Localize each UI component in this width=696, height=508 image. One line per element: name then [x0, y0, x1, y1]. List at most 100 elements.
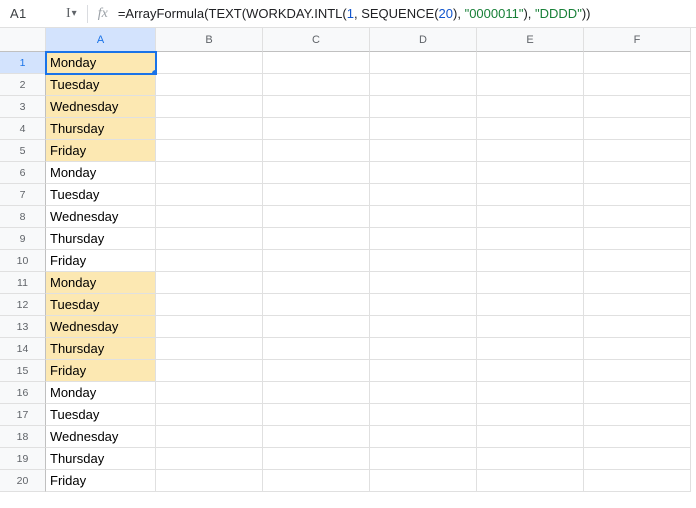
- cell-f19[interactable]: [584, 448, 691, 470]
- cell-a4[interactable]: Thursday: [46, 118, 156, 140]
- cell-f10[interactable]: [584, 250, 691, 272]
- cell-c20[interactable]: [263, 470, 370, 492]
- cell-b3[interactable]: [156, 96, 263, 118]
- cell-c13[interactable]: [263, 316, 370, 338]
- cell-b2[interactable]: [156, 74, 263, 96]
- cell-c1[interactable]: [263, 52, 370, 74]
- cell-c7[interactable]: [263, 184, 370, 206]
- cell-b7[interactable]: [156, 184, 263, 206]
- row-header[interactable]: 20: [0, 470, 46, 492]
- name-box[interactable]: A1: [6, 4, 60, 23]
- cell-c5[interactable]: [263, 140, 370, 162]
- cell-f8[interactable]: [584, 206, 691, 228]
- cell-a3[interactable]: Wednesday: [46, 96, 156, 118]
- cell-d18[interactable]: [370, 426, 477, 448]
- row-header[interactable]: 5: [0, 140, 46, 162]
- cell-e2[interactable]: [477, 74, 584, 96]
- cell-a17[interactable]: Tuesday: [46, 404, 156, 426]
- formula-input[interactable]: =ArrayFormula(TEXT(WORKDAY.INTL(1, SEQUE…: [118, 6, 690, 21]
- cell-b16[interactable]: [156, 382, 263, 404]
- cell-c6[interactable]: [263, 162, 370, 184]
- column-header-a[interactable]: A: [46, 28, 156, 52]
- row-header[interactable]: 6: [0, 162, 46, 184]
- cell-e12[interactable]: [477, 294, 584, 316]
- cell-e8[interactable]: [477, 206, 584, 228]
- cell-d12[interactable]: [370, 294, 477, 316]
- cell-d17[interactable]: [370, 404, 477, 426]
- cell-b17[interactable]: [156, 404, 263, 426]
- cell-c14[interactable]: [263, 338, 370, 360]
- cell-a11[interactable]: Monday: [46, 272, 156, 294]
- cell-b18[interactable]: [156, 426, 263, 448]
- cell-d2[interactable]: [370, 74, 477, 96]
- cell-c11[interactable]: [263, 272, 370, 294]
- cell-b5[interactable]: [156, 140, 263, 162]
- cell-f13[interactable]: [584, 316, 691, 338]
- cell-a10[interactable]: Friday: [46, 250, 156, 272]
- cell-a9[interactable]: Thursday: [46, 228, 156, 250]
- cell-e4[interactable]: [477, 118, 584, 140]
- cell-f1[interactable]: [584, 52, 691, 74]
- cell-b12[interactable]: [156, 294, 263, 316]
- cell-b11[interactable]: [156, 272, 263, 294]
- cell-f17[interactable]: [584, 404, 691, 426]
- row-header[interactable]: 2: [0, 74, 46, 96]
- cell-e10[interactable]: [477, 250, 584, 272]
- cell-e5[interactable]: [477, 140, 584, 162]
- cell-c12[interactable]: [263, 294, 370, 316]
- cell-f12[interactable]: [584, 294, 691, 316]
- cell-a16[interactable]: Monday: [46, 382, 156, 404]
- cell-e11[interactable]: [477, 272, 584, 294]
- cell-d11[interactable]: [370, 272, 477, 294]
- cell-f20[interactable]: [584, 470, 691, 492]
- cell-e19[interactable]: [477, 448, 584, 470]
- cell-e17[interactable]: [477, 404, 584, 426]
- row-header[interactable]: 18: [0, 426, 46, 448]
- cell-e1[interactable]: [477, 52, 584, 74]
- cell-d10[interactable]: [370, 250, 477, 272]
- row-header[interactable]: 3: [0, 96, 46, 118]
- cell-a18[interactable]: Wednesday: [46, 426, 156, 448]
- column-header-b[interactable]: B: [156, 28, 263, 52]
- cell-b9[interactable]: [156, 228, 263, 250]
- fill-handle[interactable]: [152, 70, 156, 74]
- cell-b10[interactable]: [156, 250, 263, 272]
- cell-f14[interactable]: [584, 338, 691, 360]
- cell-c15[interactable]: [263, 360, 370, 382]
- cell-e7[interactable]: [477, 184, 584, 206]
- cell-f3[interactable]: [584, 96, 691, 118]
- cell-a12[interactable]: Tuesday: [46, 294, 156, 316]
- cell-a2[interactable]: Tuesday: [46, 74, 156, 96]
- cell-d7[interactable]: [370, 184, 477, 206]
- cell-c4[interactable]: [263, 118, 370, 140]
- row-header[interactable]: 11: [0, 272, 46, 294]
- cell-f11[interactable]: [584, 272, 691, 294]
- cell-e15[interactable]: [477, 360, 584, 382]
- row-header[interactable]: 9: [0, 228, 46, 250]
- row-header[interactable]: 7: [0, 184, 46, 206]
- cell-b20[interactable]: [156, 470, 263, 492]
- cell-f9[interactable]: [584, 228, 691, 250]
- column-header-f[interactable]: F: [584, 28, 691, 52]
- cell-c2[interactable]: [263, 74, 370, 96]
- cell-b19[interactable]: [156, 448, 263, 470]
- cell-d4[interactable]: [370, 118, 477, 140]
- cell-f4[interactable]: [584, 118, 691, 140]
- cell-d5[interactable]: [370, 140, 477, 162]
- cell-f5[interactable]: [584, 140, 691, 162]
- cell-b6[interactable]: [156, 162, 263, 184]
- cell-d16[interactable]: [370, 382, 477, 404]
- cell-b8[interactable]: [156, 206, 263, 228]
- cell-a15[interactable]: Friday: [46, 360, 156, 382]
- row-header[interactable]: 12: [0, 294, 46, 316]
- cell-e14[interactable]: [477, 338, 584, 360]
- cell-f7[interactable]: [584, 184, 691, 206]
- column-header-e[interactable]: E: [477, 28, 584, 52]
- select-all-corner[interactable]: [0, 28, 46, 52]
- cell-f6[interactable]: [584, 162, 691, 184]
- cell-b14[interactable]: [156, 338, 263, 360]
- row-header[interactable]: 1: [0, 52, 46, 74]
- cell-c10[interactable]: [263, 250, 370, 272]
- row-header[interactable]: 13: [0, 316, 46, 338]
- cell-d13[interactable]: [370, 316, 477, 338]
